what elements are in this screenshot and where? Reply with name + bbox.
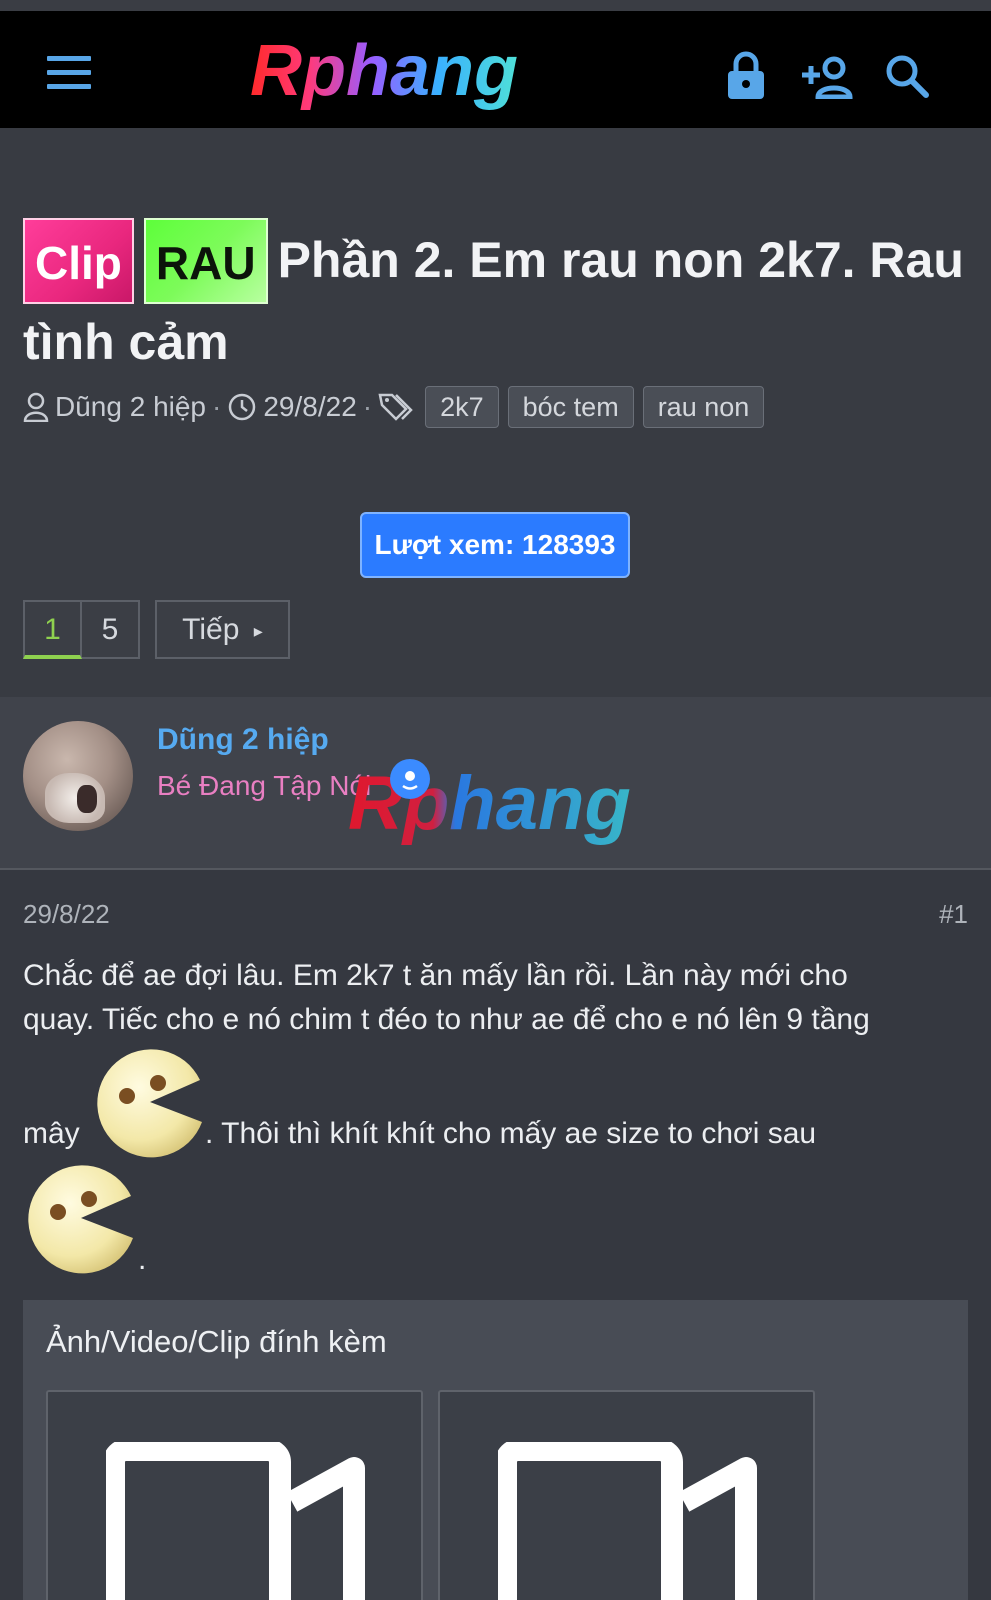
pacman-smiley-icon: [28, 1165, 134, 1274]
next-page-button[interactable]: Tiếp ▸: [155, 600, 290, 659]
page-5[interactable]: 5: [82, 600, 140, 659]
pacman-smiley-icon: [97, 1049, 202, 1158]
avatar[interactable]: [23, 721, 133, 831]
prefix-rau-badge[interactable]: RAU: [143, 218, 268, 304]
post-text-line: mây: [23, 1117, 80, 1150]
site-logo[interactable]: Rphang: [250, 33, 550, 113]
post-date[interactable]: 29/8/22: [23, 899, 110, 930]
attachment-video-thumb[interactable]: [438, 1390, 815, 1600]
attachment-video-thumb[interactable]: [46, 1390, 423, 1600]
post-text-line: .: [138, 1243, 147, 1276]
meta-separator: ·: [362, 391, 373, 422]
video-icon: [498, 1442, 757, 1600]
post-text-line: . Thôi thì khít khít cho mấy ae size to …: [205, 1117, 817, 1150]
site-header: Rphang: [0, 11, 991, 128]
post-number[interactable]: #1: [939, 899, 968, 930]
video-icon: [106, 1442, 365, 1600]
clock-icon: [229, 393, 256, 421]
post-text-line: quay. Tiếc cho e nó chim t đéo to như ae…: [23, 1003, 870, 1036]
user-icon: [23, 392, 49, 422]
lock-icon[interactable]: [726, 51, 766, 101]
view-count-button[interactable]: Lượt xem: 128393: [360, 512, 630, 578]
page-1[interactable]: 1: [23, 600, 82, 659]
watermark-logo: Rphang: [348, 759, 631, 846]
svg-text:Rphang: Rphang: [348, 761, 631, 846]
tag-2k7[interactable]: 2k7: [425, 386, 499, 428]
next-page-label: Tiếp: [182, 613, 240, 646]
post-author-name[interactable]: Dũng 2 hiệp: [157, 723, 329, 757]
svg-text:Rphang: Rphang: [250, 33, 518, 111]
tag-rau-non[interactable]: rau non: [642, 386, 765, 428]
status-strip: [0, 0, 991, 11]
pagination: 1 5 Tiếp ▸: [23, 600, 290, 659]
attachments-panel: Ảnh/Video/Clip đính kèm: [23, 1300, 968, 1600]
add-user-icon[interactable]: [800, 55, 856, 99]
thread-meta: Dũng 2 hiệp · 29/8/22 · 2k7 bóc tem rau …: [23, 385, 765, 429]
thread-author-link[interactable]: Dũng 2 hiệp: [55, 391, 206, 423]
thread-title: Clip RAU Phần 2. Em rau non 2k7. Rau tình …: [23, 218, 968, 381]
post-text-line: Chắc để ae đợi lâu. Em 2k7 t ăn mấy lần …: [23, 959, 848, 992]
menu-icon[interactable]: [47, 56, 91, 90]
caret-right-icon: ▸: [253, 620, 263, 641]
attachments-title: Ảnh/Video/Clip đính kèm: [46, 1324, 387, 1359]
thread-date[interactable]: 29/8/22: [263, 391, 356, 423]
tag-boc-tem[interactable]: bóc tem: [507, 386, 634, 428]
meta-separator: ·: [212, 391, 222, 422]
prefix-clip-badge[interactable]: Clip: [23, 218, 134, 304]
search-icon[interactable]: [884, 53, 930, 99]
tags-icon: [378, 393, 413, 421]
post-author-title: Bé Đang Tập Nói: [157, 770, 372, 801]
